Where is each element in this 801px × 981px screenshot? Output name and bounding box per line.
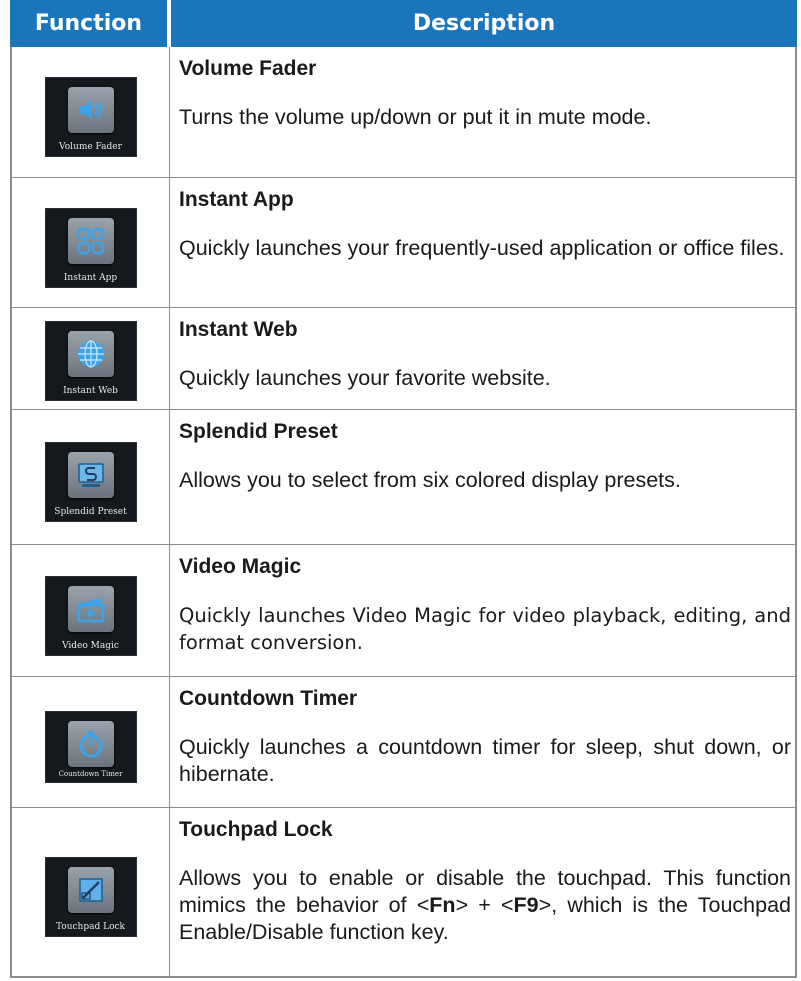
function-description: Quickly launches your favorite website. — [179, 366, 551, 390]
description-cell: Instant Web Quickly launches your favori… — [170, 308, 795, 409]
table-row: Instant Web Instant Web Quickly launches… — [10, 308, 797, 410]
table-row: Video Magic Video Magic Quickly launches… — [10, 545, 797, 677]
table-header: Function Description — [10, 0, 797, 47]
description-cell: Instant App Quickly launches your freque… — [170, 178, 795, 307]
header-description: Description — [171, 0, 797, 47]
table-row: Volume Fader Volume Fader Turns the volu… — [10, 47, 797, 178]
function-description: Allows you to select from six colored di… — [179, 468, 681, 492]
function-title: Instant App — [179, 188, 294, 211]
globe-icon: Instant Web — [44, 320, 137, 401]
icon-caption: Video Magic — [62, 640, 119, 651]
function-cell: Instant App — [12, 178, 170, 307]
function-cell: Touchpad Lock — [12, 808, 170, 976]
header-function: Function — [10, 0, 167, 47]
description-text: > + < — [455, 893, 514, 917]
function-description: Quickly launches Video Magic for video p… — [179, 604, 791, 654]
function-cell: Volume Fader — [12, 47, 170, 177]
description-cell: Volume Fader Turns the volume up/down or… — [170, 47, 795, 177]
icon-caption: Volume Fader — [59, 142, 122, 152]
touchpad-icon: Touchpad Lock — [44, 857, 137, 937]
function-title: Volume Fader — [179, 57, 317, 80]
function-title: Touchpad Lock — [179, 818, 333, 841]
table-row: Countdown Timer Countdown Timer Quickly … — [10, 677, 797, 808]
function-cell: Countdown Timer — [12, 677, 170, 807]
description-cell: Touchpad Lock Allows you to enable or di… — [170, 808, 795, 976]
table-row: Touchpad Lock Touchpad Lock Allows you t… — [10, 808, 797, 978]
icon-caption: Splendid Preset — [54, 507, 127, 517]
apps-grid-icon: Instant App — [44, 207, 137, 288]
speaker-icon: Volume Fader — [44, 77, 137, 157]
icon-caption: Countdown Timer — [58, 770, 123, 778]
table-row: Splendid Preset Splendid Preset Allows y… — [10, 410, 797, 545]
function-description: Quickly launches your frequently-used ap… — [179, 236, 785, 260]
function-description: Quickly launches a countdown timer for s… — [179, 735, 791, 786]
clapperboard-icon: Video Magic — [44, 575, 137, 656]
function-title: Video Magic — [179, 555, 302, 578]
function-table: Function Description Volume Fader Volume… — [10, 0, 797, 978]
icon-caption: Instant Web — [63, 385, 118, 396]
icon-caption: Touchpad Lock — [56, 922, 125, 932]
description-cell: Countdown Timer Quickly launches a count… — [170, 677, 795, 807]
display-preset-icon: Splendid Preset — [44, 442, 137, 522]
key-fn: Fn — [429, 893, 456, 917]
function-cell: Splendid Preset — [12, 410, 170, 544]
function-description: Allows you to enable or disable the touc… — [179, 865, 791, 946]
function-title: Countdown Timer — [179, 687, 358, 710]
description-cell: Splendid Preset Allows you to select fro… — [170, 410, 795, 544]
key-f9: F9 — [513, 893, 539, 917]
description-cell: Video Magic Quickly launches Video Magic… — [170, 545, 795, 676]
icon-caption: Instant App — [63, 272, 118, 283]
function-title: Splendid Preset — [179, 420, 338, 443]
table-row: Instant App Instant App Quickly launches… — [10, 178, 797, 308]
function-cell: Video Magic — [12, 545, 170, 676]
timer-icon: Countdown Timer — [44, 711, 137, 783]
function-description: Turns the volume up/down or put it in mu… — [179, 105, 652, 129]
function-cell: Instant Web — [12, 308, 170, 409]
function-title: Instant Web — [179, 318, 298, 341]
